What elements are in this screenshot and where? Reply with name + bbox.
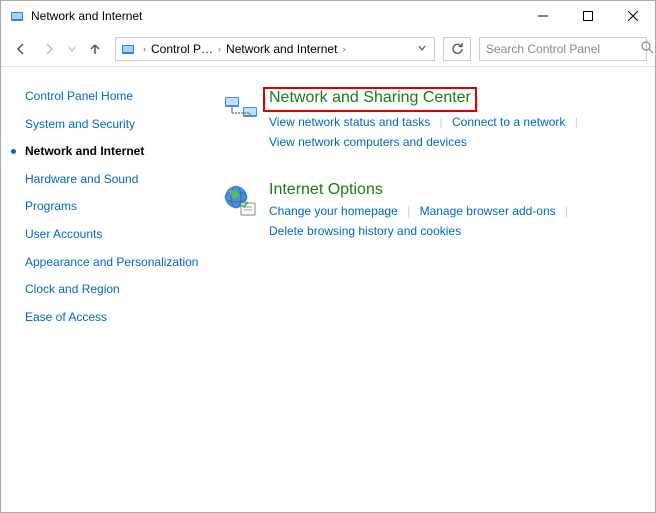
- sidebar-item-clock-region[interactable]: Clock and Region: [25, 282, 201, 298]
- chevron-right-icon[interactable]: ›: [215, 44, 224, 54]
- category-network-sharing: Network and Sharing Center View network …: [221, 89, 645, 153]
- breadcrumb-segment[interactable]: Control P…: [149, 42, 215, 56]
- up-button[interactable]: [83, 37, 107, 61]
- address-dropdown-button[interactable]: [414, 44, 430, 54]
- search-input[interactable]: [486, 42, 641, 56]
- link-connect-network[interactable]: Connect to a network: [452, 115, 565, 129]
- maximize-button[interactable]: [565, 1, 610, 31]
- category-title-internet-options[interactable]: Internet Options: [269, 181, 645, 199]
- link-separator: |: [565, 204, 568, 218]
- titlebar: Network and Internet: [1, 1, 655, 31]
- content-area: Control Panel Home System and Security N…: [1, 67, 655, 512]
- forward-button[interactable]: [37, 37, 61, 61]
- breadcrumb-segment[interactable]: Network and Internet: [224, 42, 339, 56]
- control-panel-icon: [9, 8, 25, 24]
- navbar: › Control P… › Network and Internet ›: [1, 31, 655, 67]
- chevron-right-icon[interactable]: ›: [339, 44, 348, 54]
- main-panel: Network and Sharing Center View network …: [211, 67, 655, 512]
- window-title: Network and Internet: [31, 9, 520, 23]
- link-separator: |: [575, 115, 578, 129]
- address-bar[interactable]: › Control P… › Network and Internet ›: [115, 37, 435, 61]
- search-icon[interactable]: [641, 41, 654, 57]
- sidebar-item-user-accounts[interactable]: User Accounts: [25, 227, 201, 243]
- link-view-computers-devices[interactable]: View network computers and devices: [269, 135, 467, 149]
- highlight-annotation: Network and Sharing Center: [263, 87, 477, 112]
- close-button[interactable]: [610, 1, 655, 31]
- network-sharing-icon: [221, 89, 261, 129]
- sidebar-item-hardware-sound[interactable]: Hardware and Sound: [25, 172, 201, 188]
- sidebar: Control Panel Home System and Security N…: [1, 67, 211, 512]
- sidebar-item-home[interactable]: Control Panel Home: [25, 89, 201, 105]
- sidebar-item-system-security[interactable]: System and Security: [25, 117, 201, 133]
- category-body: Network and Sharing Center View network …: [269, 89, 645, 153]
- back-button[interactable]: [9, 37, 33, 61]
- category-body: Internet Options Change your homepage | …: [269, 181, 645, 242]
- category-title-network-sharing[interactable]: Network and Sharing Center: [269, 89, 471, 107]
- minimize-button[interactable]: [520, 1, 565, 31]
- sidebar-item-ease-of-access[interactable]: Ease of Access: [25, 310, 201, 326]
- control-panel-icon: [120, 41, 136, 57]
- internet-options-icon: [221, 181, 261, 221]
- link-separator: |: [407, 204, 410, 218]
- sidebar-item-programs[interactable]: Programs: [25, 199, 201, 215]
- link-manage-addons[interactable]: Manage browser add-ons: [420, 204, 556, 218]
- category-links: View network status and tasks | Connect …: [269, 112, 645, 153]
- sidebar-item-network-internet[interactable]: Network and Internet: [25, 144, 201, 160]
- refresh-button[interactable]: [443, 37, 471, 61]
- search-box[interactable]: [479, 37, 647, 61]
- category-links: Change your homepage | Manage browser ad…: [269, 201, 645, 242]
- chevron-right-icon[interactable]: ›: [140, 44, 149, 54]
- sidebar-item-appearance[interactable]: Appearance and Personalization: [25, 255, 201, 271]
- link-delete-history[interactable]: Delete browsing history and cookies: [269, 224, 461, 238]
- recent-locations-dropdown[interactable]: [65, 37, 79, 61]
- link-view-network-status[interactable]: View network status and tasks: [269, 115, 430, 129]
- window-controls: [520, 1, 655, 31]
- link-separator: |: [440, 115, 443, 129]
- category-internet-options: Internet Options Change your homepage | …: [221, 181, 645, 242]
- link-change-homepage[interactable]: Change your homepage: [269, 204, 398, 218]
